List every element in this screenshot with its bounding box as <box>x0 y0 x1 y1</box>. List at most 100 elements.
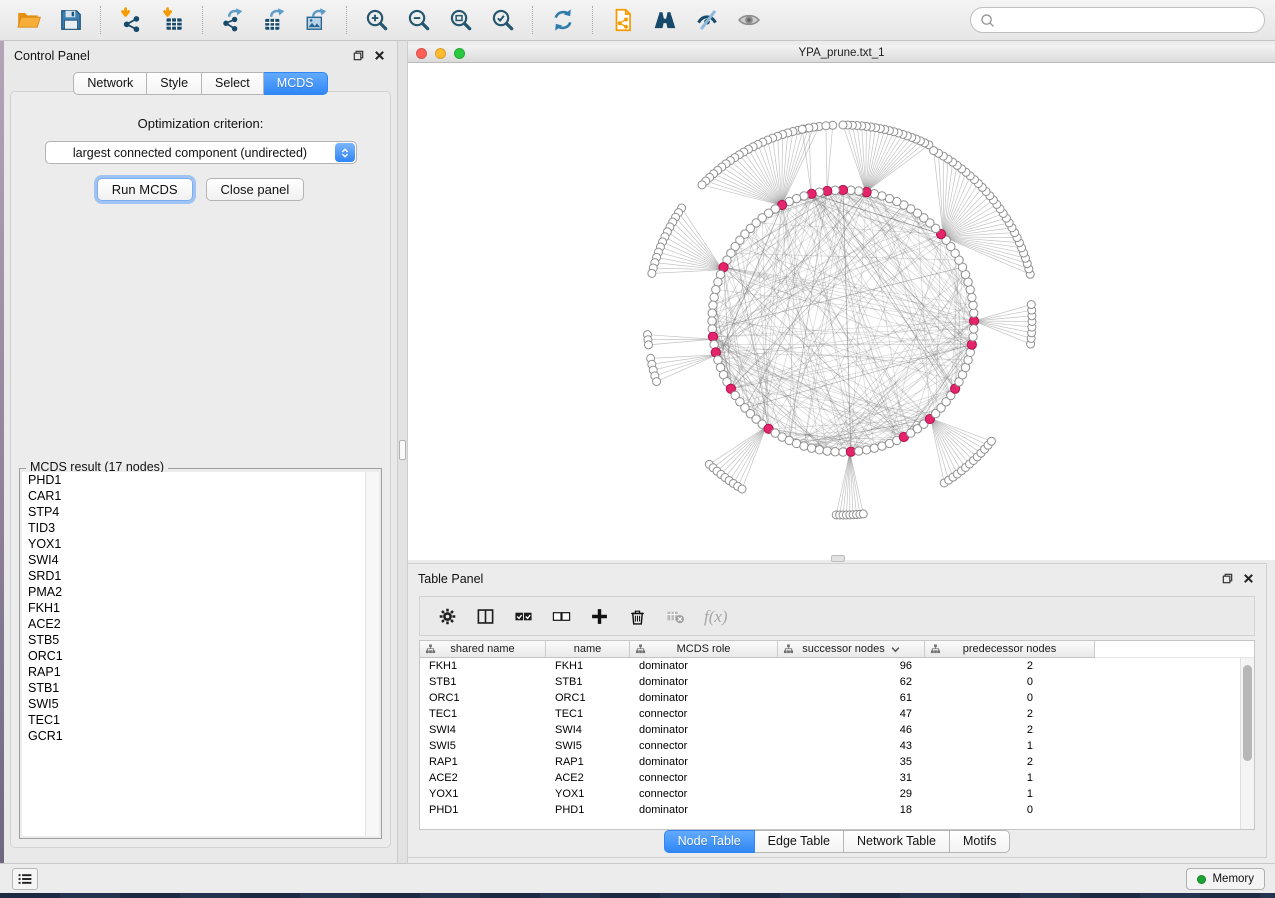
cell[interactable]: dominator <box>630 690 778 706</box>
cell[interactable]: dominator <box>630 674 778 690</box>
close-table-panel-icon[interactable] <box>1242 572 1255 585</box>
network-node[interactable] <box>800 442 808 450</box>
delete-row-button[interactable] <box>628 607 647 626</box>
close-panel-button[interactable]: Close panel <box>206 178 305 201</box>
network-window-titlebar[interactable]: YPA_prune.txt_1 <box>408 45 1275 63</box>
table-row[interactable]: SWI5SWI5connector431 <box>420 738 1254 754</box>
splitter-grip[interactable] <box>399 440 406 460</box>
network-node[interactable] <box>738 485 746 493</box>
cell[interactable]: ORC1 <box>420 690 546 706</box>
mcds-result-item[interactable]: STB1 <box>22 680 379 696</box>
cell[interactable]: TEC1 <box>546 706 630 722</box>
mcds-node[interactable] <box>846 447 855 456</box>
column-header-shared-name[interactable]: shared name <box>420 641 546 658</box>
table-row[interactable]: TEC1TEC1connector472 <box>420 706 1254 722</box>
cell[interactable]: dominator <box>630 658 778 674</box>
mcds-result-item[interactable]: CAR1 <box>22 488 379 504</box>
mcds-result-item[interactable]: YOX1 <box>22 536 379 552</box>
zoom-fit-button[interactable] <box>440 3 482 37</box>
cell[interactable]: connector <box>630 706 778 722</box>
tab-node-table[interactable]: Node Table <box>664 830 755 853</box>
network-node[interactable] <box>964 356 972 364</box>
export-table-button[interactable] <box>254 3 296 37</box>
cell[interactable]: TEC1 <box>420 706 546 722</box>
network-node[interactable] <box>878 192 886 200</box>
mcds-result-item[interactable]: FKH1 <box>22 600 379 616</box>
mcds-result-item[interactable]: SWI5 <box>22 696 379 712</box>
network-node[interactable] <box>708 317 716 325</box>
mcds-result-item[interactable]: PHD1 <box>22 472 379 488</box>
open-folder-button[interactable] <box>8 3 50 37</box>
network-node[interactable] <box>653 378 661 386</box>
cell[interactable]: 96 <box>778 658 925 674</box>
cell[interactable]: dominator <box>630 754 778 770</box>
tab-mcds[interactable]: MCDS <box>264 72 328 95</box>
network-node[interactable] <box>823 447 831 455</box>
network-node[interactable] <box>969 301 977 309</box>
cell[interactable]: 35 <box>778 754 925 770</box>
table-row[interactable]: SWI4SWI4dominator462 <box>420 722 1254 738</box>
cell[interactable]: 46 <box>778 722 925 738</box>
network-node[interactable] <box>966 285 974 293</box>
cell[interactable]: SWI4 <box>546 722 630 738</box>
run-mcds-button[interactable]: Run MCDS <box>97 178 193 201</box>
float-panel-icon[interactable] <box>352 49 365 62</box>
network-node[interactable] <box>970 325 978 333</box>
mcds-result-item[interactable]: RAP1 <box>22 664 379 680</box>
cell[interactable]: PHD1 <box>420 802 546 818</box>
close-window-button[interactable] <box>416 48 427 59</box>
cell[interactable]: YOX1 <box>420 786 546 802</box>
table-row[interactable]: YOX1YOX1connector291 <box>420 786 1254 802</box>
tab-style[interactable]: Style <box>147 72 202 95</box>
network-node[interactable] <box>712 285 720 293</box>
column-header-successor-nodes[interactable]: successor nodes <box>778 641 925 658</box>
cell[interactable]: FKH1 <box>546 658 630 674</box>
hide-graphics-details-button[interactable] <box>728 3 770 37</box>
network-node[interactable] <box>710 293 718 301</box>
column-header-predecessor-nodes[interactable]: predecessor nodes <box>925 641 1095 658</box>
mcds-result-item[interactable]: STB5 <box>22 632 379 648</box>
cell[interactable]: 31 <box>778 770 925 786</box>
network-node[interactable] <box>815 446 823 454</box>
maximize-window-button[interactable] <box>454 48 465 59</box>
export-network-button[interactable] <box>212 3 254 37</box>
cell[interactable]: ACE2 <box>546 770 630 786</box>
cell[interactable]: dominator <box>630 802 778 818</box>
mcds-node[interactable] <box>708 332 717 341</box>
cell[interactable]: 1 <box>925 738 1095 754</box>
optimization-criterion-select[interactable]: largest connected component (undirected) <box>45 141 357 164</box>
clone-network-button[interactable] <box>602 3 644 37</box>
network-node[interactable] <box>648 269 656 277</box>
save-button[interactable] <box>50 3 92 37</box>
network-node[interactable] <box>831 448 839 456</box>
mcds-result-item[interactable]: ORC1 <box>22 648 379 664</box>
cell[interactable]: connector <box>630 770 778 786</box>
mcds-result-item[interactable]: SWI4 <box>22 552 379 568</box>
cell[interactable]: dominator <box>630 722 778 738</box>
mcds-list-scrollbar[interactable] <box>365 472 379 836</box>
network-node[interactable] <box>644 341 652 349</box>
cell[interactable]: SWI5 <box>546 738 630 754</box>
cell[interactable]: 2 <box>925 706 1095 722</box>
network-node[interactable] <box>798 125 806 133</box>
network-node[interactable] <box>970 309 978 317</box>
network-node[interactable] <box>714 278 722 286</box>
cell[interactable]: RAP1 <box>420 754 546 770</box>
network-node[interactable] <box>822 122 830 130</box>
cell[interactable]: 2 <box>925 658 1095 674</box>
network-node[interactable] <box>839 121 847 129</box>
cell[interactable]: SWI4 <box>420 722 546 738</box>
mcds-node[interactable] <box>862 188 871 197</box>
cell[interactable]: STB1 <box>546 674 630 690</box>
tab-edge-table[interactable]: Edge Table <box>755 830 844 853</box>
cell[interactable]: 0 <box>925 690 1095 706</box>
network-node[interactable] <box>987 437 995 445</box>
mcds-result-item[interactable]: TEC1 <box>22 712 379 728</box>
network-node[interactable] <box>930 147 938 155</box>
mcds-result-item[interactable]: STP4 <box>22 504 379 520</box>
cell[interactable]: 2 <box>925 754 1095 770</box>
mcds-node[interactable] <box>823 186 832 195</box>
cell[interactable]: STB1 <box>420 674 546 690</box>
add-row-button[interactable] <box>590 607 609 626</box>
network-node[interactable] <box>708 309 716 317</box>
